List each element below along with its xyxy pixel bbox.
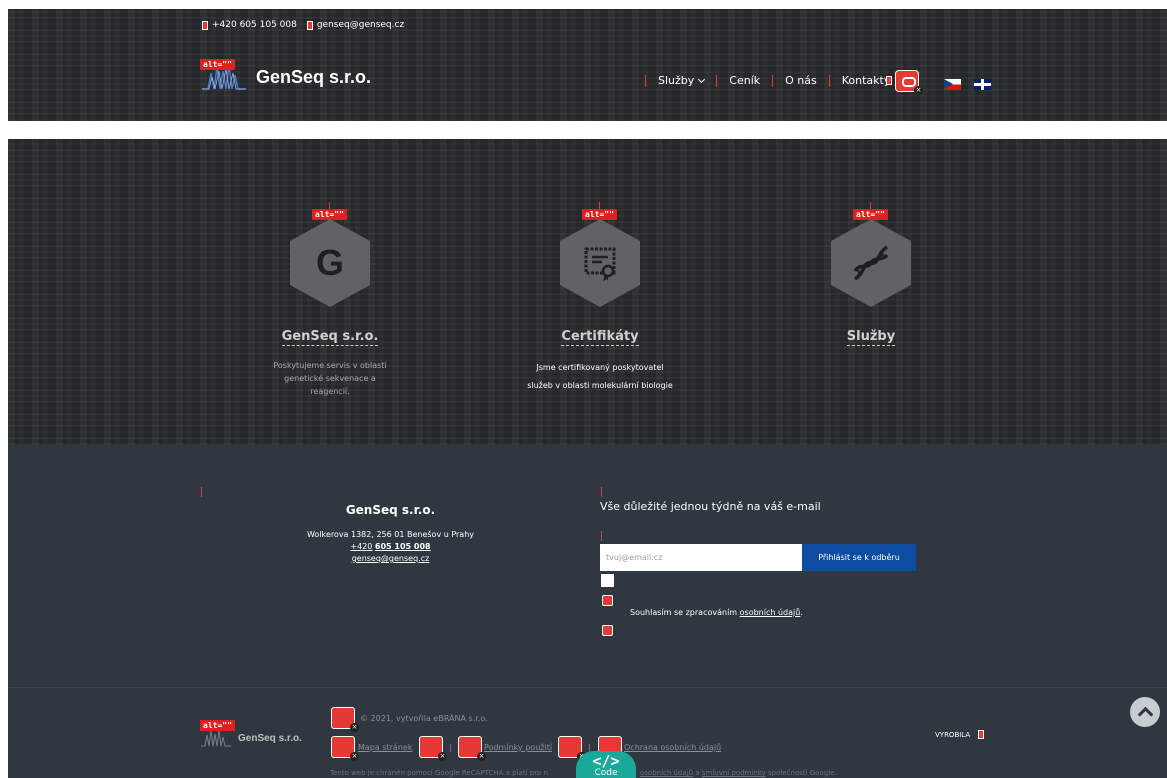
feature-services: alt="" Služby: [771, 139, 971, 359]
logo-text: GenSeq s.r.o.: [256, 66, 372, 87]
nav-divider: [716, 74, 718, 87]
dna-wave-icon: [201, 729, 231, 747]
company-phone[interactable]: +420 605 105 008: [298, 541, 483, 553]
broken-image-icon: ×: [331, 707, 359, 732]
feature-title[interactable]: Služby: [846, 329, 896, 346]
broken-image-icon: [602, 595, 613, 606]
logo-alt-badge: alt="": [200, 720, 235, 731]
uk-flag-icon[interactable]: [974, 79, 991, 90]
terms-link[interactable]: Podmínky použití: [484, 743, 552, 752]
header-email[interactable]: genseq@genseq.cz: [317, 20, 404, 30]
consent-checkbox[interactable]: [601, 574, 614, 587]
footer-logo[interactable]: alt="" GenSeq s.r.o.: [200, 720, 302, 747]
nav-divider: [645, 74, 646, 87]
feature-description: Poskytujeme servis v oblasti genetické s…: [273, 361, 387, 396]
privacy-link[interactable]: osobních údajů: [740, 608, 801, 617]
broken-image-icon: ×: [331, 736, 359, 761]
privacy-policy-link[interactable]: Ochrana osobních údajů: [624, 743, 721, 752]
sitemap-link[interactable]: Mapa stránek: [358, 743, 412, 752]
company-email[interactable]: genseq@genseq.cz: [298, 553, 483, 565]
made-by[interactable]: VYROBILA: [935, 730, 985, 739]
feature-alt-badge: alt="": [582, 209, 617, 220]
code-view-button[interactable]: </> Code: [576, 751, 636, 778]
hex-letter: G: [315, 242, 344, 283]
made-by-label: VYROBILA: [935, 730, 971, 739]
feature-certificates: alt="" Certifikáty Jsme certifikovaný po…: [500, 139, 700, 399]
recaptcha-terms-link[interactable]: smluvní podmínky: [702, 769, 766, 777]
nav-divider: [828, 74, 830, 87]
nav-services-label: Služby: [658, 74, 695, 87]
footer-bottom: alt="" GenSeq s.r.o. × © 2021, vytvořila…: [8, 687, 1167, 778]
dna-icon: [831, 219, 911, 307]
nav-divider: [772, 74, 774, 87]
nav-item-services[interactable]: Služby: [658, 74, 706, 87]
certificate-icon: [560, 219, 640, 307]
copyright-text: © 2021, vytvořila eBRÁNA s.r.o.: [360, 714, 488, 723]
site-logo[interactable]: alt="" GenSeq s.r.o.: [200, 59, 372, 91]
feature-description: Jsme certifikovaný poskytovatel služeb v…: [527, 363, 673, 390]
scroll-to-top-button[interactable]: [1130, 697, 1160, 727]
feature-title[interactable]: GenSeq s.r.o.: [281, 329, 379, 346]
broken-image-icon: [602, 625, 613, 636]
alt-marker-line: [601, 531, 602, 541]
nav-item-contacts[interactable]: Kontakty: [842, 74, 891, 87]
header-phone[interactable]: +420 605 105 008: [212, 20, 297, 30]
broken-image-icon: [978, 730, 985, 739]
phone-icon: [202, 20, 208, 30]
feature-alt-badge: alt="": [312, 209, 347, 220]
code-icon: </>: [592, 752, 620, 770]
alt-marker-line: [601, 487, 602, 497]
close-icon: ×: [914, 86, 923, 95]
nav-item-pricing[interactable]: Ceník: [729, 74, 760, 87]
feature-alt-badge: alt="": [853, 209, 888, 220]
link-separator: |: [449, 743, 452, 752]
recaptcha-notice-links: osobních údajů a smluvní podmínky společ…: [640, 769, 837, 777]
company-address: Wolkerova 1382, 256 01 Benešov u Prahy: [306, 530, 475, 539]
company-address-block: Wolkerova 1382, 256 01 Benešov u Prahy +…: [298, 529, 483, 565]
code-label: Code: [594, 768, 618, 778]
top-contact-bar: +420 605 105 008 genseq@genseq.cz: [202, 20, 404, 30]
broken-image-icon: [886, 76, 892, 85]
feature-title[interactable]: Certifikáty: [561, 329, 639, 346]
link-icon[interactable]: ×: [895, 70, 923, 95]
broken-image-icon: ×: [419, 736, 447, 761]
chevron-down-icon: [698, 75, 706, 84]
feature-genseq: alt="" G GenSeq s.r.o. Poskytujeme servi…: [230, 139, 430, 398]
features-section: alt="" G GenSeq s.r.o. Poskytujeme servi…: [8, 139, 1167, 445]
consent-label: Souhlasím se zpracováním osobních údajů.: [630, 608, 803, 617]
company-name: GenSeq s.r.o.: [345, 503, 436, 517]
alt-marker-line: [201, 487, 202, 497]
genseq-g-icon: G: [290, 219, 370, 307]
email-icon: [306, 20, 313, 30]
subscribe-button[interactable]: Přihlásit se k odběru: [802, 544, 916, 571]
newsletter-title: Vše důležité jednou týdně na váš e-mail: [600, 500, 821, 513]
newsletter-email-input[interactable]: tvuj@email.cz: [600, 544, 802, 571]
recaptcha-privacy-link[interactable]: osobních údajů: [640, 769, 693, 777]
recaptcha-notice: Tento web je chráněn pomocí Google ReCAP…: [330, 769, 548, 777]
footer-logo-text: GenSeq s.r.o.: [238, 732, 302, 744]
broken-image-icon: ×: [458, 736, 486, 761]
czech-flag-icon[interactable]: [944, 79, 961, 90]
footer-contact-section: GenSeq s.r.o. Wolkerova 1382, 256 01 Ben…: [8, 445, 1167, 687]
logo-alt-badge: alt="": [200, 59, 235, 70]
nav-item-about[interactable]: O nás: [785, 74, 817, 87]
main-navigation: Služby Ceník O nás Kontakty: [633, 74, 890, 87]
site-header: +420 605 105 008 genseq@genseq.cz alt=""…: [8, 9, 1167, 121]
